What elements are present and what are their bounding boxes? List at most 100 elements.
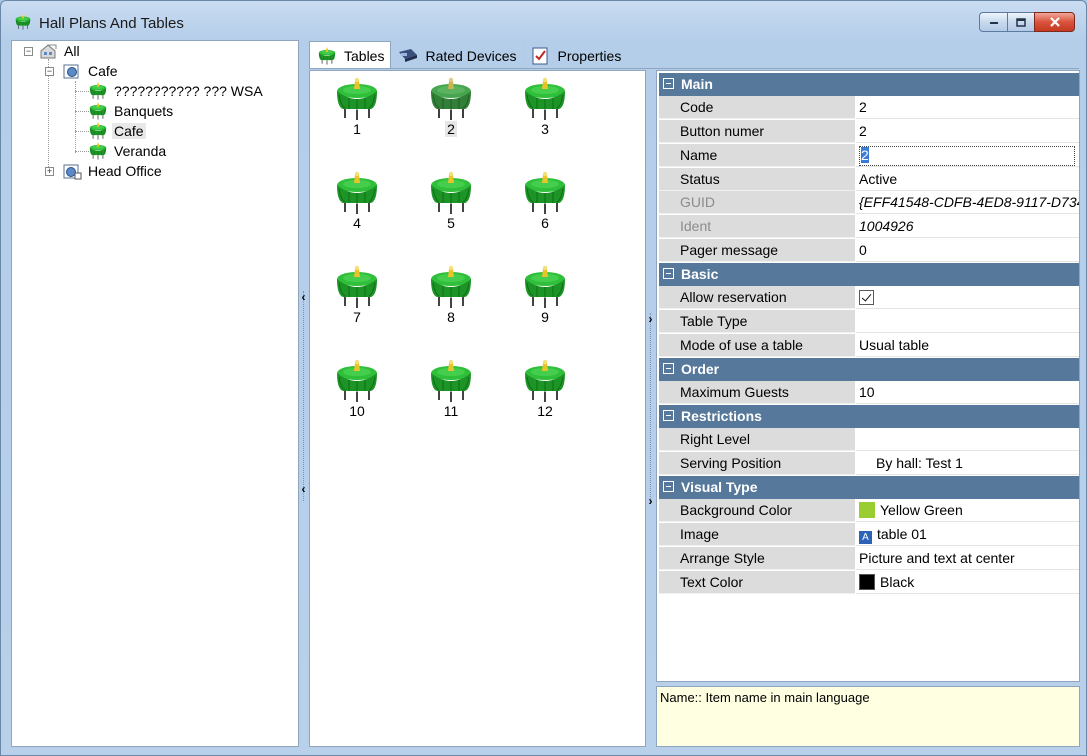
category-order[interactable]: Order bbox=[659, 358, 1079, 381]
prop-background-color[interactable]: Background Color Yellow Green bbox=[659, 499, 1079, 522]
tree-node-hall-wsa[interactable]: ??????????? ??? WSA bbox=[88, 81, 265, 101]
prop-text-color[interactable]: Text Color Black bbox=[659, 571, 1079, 594]
prop-status[interactable]: Status Active bbox=[659, 168, 1079, 191]
table-icon bbox=[521, 265, 569, 309]
tree-label-hall: Veranda bbox=[114, 143, 167, 159]
prop-name: GUID bbox=[659, 191, 855, 214]
prop-name: Image bbox=[659, 523, 855, 546]
collapse-tree-arrow-lower[interactable]: ‹ bbox=[299, 477, 308, 501]
tree-node-cafe-group[interactable]: Cafe bbox=[62, 61, 120, 81]
tab-label: Tables bbox=[344, 47, 385, 64]
prop-value[interactable] bbox=[856, 286, 1079, 309]
category-basic[interactable]: Basic bbox=[659, 263, 1079, 286]
collapse-category-icon[interactable] bbox=[663, 268, 674, 279]
table-icon bbox=[333, 171, 381, 215]
tab-rated-devices[interactable]: Rated Devices bbox=[391, 43, 524, 69]
prop-value-edit[interactable]: 2 bbox=[856, 144, 1079, 167]
tree-label-head-office: Head Office bbox=[88, 163, 162, 179]
table-tile-11[interactable]: 11 bbox=[421, 355, 481, 441]
collapse-category-icon[interactable] bbox=[663, 78, 674, 89]
collapse-all-toggle[interactable]: − bbox=[24, 47, 33, 56]
prop-value[interactable]: 10 bbox=[856, 381, 1079, 404]
prop-arrange-style[interactable]: Arrange Style Picture and text at center bbox=[659, 547, 1079, 570]
property-description: Name:: Item name in main language bbox=[656, 686, 1080, 747]
table-icon bbox=[521, 171, 569, 215]
prop-guid[interactable]: GUID {EFF41548-CDFB-4ED8-9117-D734 bbox=[659, 191, 1079, 214]
hall-tree[interactable]: − All − Cafe ??????????? ??? WSA Banquet… bbox=[11, 40, 299, 747]
prop-value[interactable] bbox=[856, 310, 1079, 333]
table-tile-3[interactable]: 3 bbox=[515, 73, 575, 159]
prop-value[interactable]: 2 bbox=[856, 96, 1079, 119]
table-tile-4[interactable]: 4 bbox=[327, 167, 387, 253]
table-tile-5[interactable]: 5 bbox=[421, 167, 481, 253]
prop-value[interactable]: 2 bbox=[856, 120, 1079, 143]
hall-table-icon bbox=[88, 82, 108, 100]
expand-properties-arrow[interactable]: › bbox=[646, 307, 655, 331]
prop-value[interactable] bbox=[856, 428, 1079, 451]
minimize-button[interactable] bbox=[979, 12, 1008, 32]
table-tile-10[interactable]: 10 bbox=[327, 355, 387, 441]
table-app-icon bbox=[13, 14, 33, 30]
prop-name: Ident bbox=[659, 215, 855, 238]
prop-value[interactable]: By hall: Test 1 bbox=[856, 452, 1079, 475]
hierarchy-root-icon bbox=[40, 44, 57, 59]
prop-value[interactable]: Black bbox=[856, 571, 1079, 594]
prop-name: Button numer bbox=[659, 120, 855, 143]
prop-value[interactable]: Atable 01 bbox=[856, 523, 1079, 546]
table-tile-1[interactable]: 1 bbox=[327, 73, 387, 159]
category-visual-type[interactable]: Visual Type bbox=[659, 476, 1079, 499]
prop-value[interactable]: Yellow Green bbox=[856, 499, 1079, 522]
tree-node-hall-banquets[interactable]: Banquets bbox=[88, 101, 175, 121]
properties-icon bbox=[532, 47, 548, 65]
prop-code[interactable]: Code 2 bbox=[659, 96, 1079, 119]
collapse-tree-arrow[interactable]: ‹ bbox=[299, 285, 308, 309]
table-tile-9[interactable]: 9 bbox=[515, 261, 575, 347]
table-icon bbox=[521, 77, 569, 121]
prop-value[interactable]: Usual table bbox=[856, 334, 1079, 357]
prop-value[interactable]: Active bbox=[856, 168, 1079, 191]
expand-properties-arrow-lower[interactable]: › bbox=[646, 489, 655, 513]
tree-node-head-office[interactable]: Head Office bbox=[62, 161, 164, 181]
prop-serving-position[interactable]: Serving Position By hall: Test 1 bbox=[659, 452, 1079, 475]
tree-label-hall: ??????????? ??? WSA bbox=[114, 83, 263, 99]
prop-maximum-guests[interactable]: Maximum Guests 10 bbox=[659, 381, 1079, 404]
tree-node-hall-cafe[interactable]: Cafe bbox=[88, 121, 146, 141]
table-number: 6 bbox=[541, 215, 549, 231]
prop-right-level[interactable]: Right Level bbox=[659, 428, 1079, 451]
prop-name: Table Type bbox=[659, 310, 855, 333]
prop-value[interactable]: Picture and text at center bbox=[856, 547, 1079, 570]
prop-pager-message[interactable]: Pager message 0 bbox=[659, 239, 1079, 262]
window-controls bbox=[979, 12, 1075, 32]
prop-value[interactable]: 0 bbox=[856, 239, 1079, 262]
tree-node-hall-veranda[interactable]: Veranda bbox=[88, 141, 168, 161]
collapse-category-icon[interactable] bbox=[663, 410, 674, 421]
prop-mode-of-use[interactable]: Mode of use a table Usual table bbox=[659, 334, 1079, 357]
prop-name: Mode of use a table bbox=[659, 334, 855, 357]
category-restrictions[interactable]: Restrictions bbox=[659, 405, 1079, 428]
collapse-cafe-toggle[interactable]: − bbox=[45, 67, 54, 76]
tab-properties[interactable]: Properties bbox=[524, 43, 628, 69]
allow-reservation-checkbox[interactable] bbox=[859, 290, 874, 305]
prop-table-type[interactable]: Table Type bbox=[659, 310, 1079, 333]
hall-table-icon bbox=[88, 122, 108, 140]
table-tile-6[interactable]: 6 bbox=[515, 167, 575, 253]
close-button[interactable] bbox=[1034, 12, 1075, 32]
table-tile-2[interactable]: 2 bbox=[421, 73, 481, 159]
prop-name-row[interactable]: Name 2 bbox=[659, 144, 1079, 167]
prop-name: Maximum Guests bbox=[659, 381, 855, 404]
prop-allow-reservation[interactable]: Allow reservation bbox=[659, 286, 1079, 309]
table-tile-12[interactable]: 12 bbox=[515, 355, 575, 441]
prop-ident[interactable]: Ident 1004926 bbox=[659, 215, 1079, 238]
expand-head-office-toggle[interactable]: + bbox=[45, 167, 54, 176]
table-tile-8[interactable]: 8 bbox=[421, 261, 481, 347]
table-tile-7[interactable]: 7 bbox=[327, 261, 387, 347]
collapse-category-icon[interactable] bbox=[663, 363, 674, 374]
tab-tables[interactable]: Tables bbox=[309, 41, 392, 69]
category-main[interactable]: Main bbox=[659, 73, 1079, 96]
collapse-category-icon[interactable] bbox=[663, 481, 674, 492]
maximize-button[interactable] bbox=[1007, 12, 1035, 32]
prop-image[interactable]: Image Atable 01 bbox=[659, 523, 1079, 546]
tree-node-all[interactable]: All bbox=[38, 41, 82, 61]
prop-button-number[interactable]: Button numer 2 bbox=[659, 120, 1079, 143]
name-input[interactable]: 2 bbox=[859, 146, 1075, 166]
